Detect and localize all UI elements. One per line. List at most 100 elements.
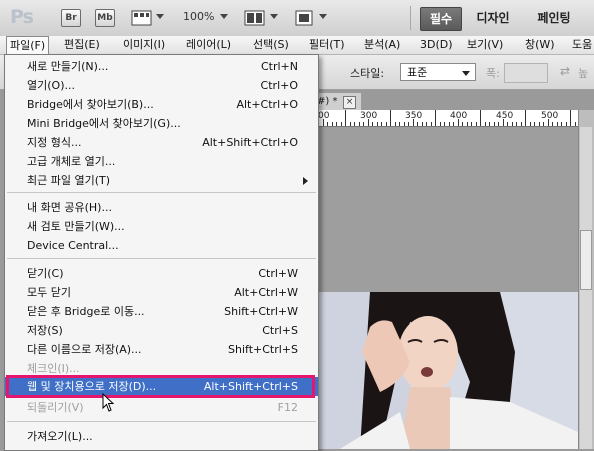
menu-item-shortcut: Shift+Ctrl+S [228, 343, 298, 356]
ruler-tick [340, 122, 342, 126]
menu-item-label: 지정 형식... [27, 136, 82, 149]
menu-item-new[interactable]: 새로 만들기(N)... Ctrl+N [5, 57, 318, 76]
menu-item-label: 저장(S) [27, 324, 63, 337]
menu-item-shortcut: Ctrl+O [260, 79, 298, 92]
menu-item-shortcut: Ctrl+S [262, 324, 298, 337]
width-field[interactable] [504, 63, 548, 83]
menu-separator [7, 421, 316, 422]
menu-item-browse-mini-bridge[interactable]: Mini Bridge에서 찾아보기(G)... [5, 114, 318, 133]
ruler-tick [421, 122, 423, 126]
menu-item-label: 내 화면 공유(H)... [27, 201, 112, 214]
menu-window[interactable]: 창(W) [525, 36, 555, 54]
screen-mode-icon[interactable] [294, 9, 316, 27]
ruler-tick [354, 122, 355, 126]
menu-item-close[interactable]: 닫기(C) Ctrl+W [5, 264, 318, 283]
bridge-button[interactable]: Br [61, 9, 81, 27]
divider [410, 6, 411, 30]
menu-image[interactable]: 이미지(I) [123, 36, 165, 54]
view-extras-icon[interactable] [131, 9, 153, 27]
workspace-essentials-button[interactable]: 필수 [420, 7, 462, 31]
menu-item-place[interactable]: 가져오기(L)... [5, 427, 318, 446]
height-label: 높 [578, 67, 589, 80]
menu-item-label: 새 검토 만들기(W)... [27, 220, 125, 233]
menu-item-shortcut: F12 [277, 401, 298, 414]
ruler-tick [480, 110, 481, 126]
menu-item-revert: 되돌리기(V) F12 [5, 398, 318, 417]
ruler-tick [475, 122, 477, 126]
menu-item-label: Device Central... [27, 239, 119, 252]
menu-item-label: 닫기(C) [27, 267, 64, 280]
ruler-tick [381, 122, 382, 126]
zoom-level[interactable]: 100% [183, 10, 214, 23]
ruler-tick [412, 119, 414, 126]
file-menu-dropdown: 새로 만들기(N)... Ctrl+N 열기(O)... Ctrl+O Brid… [4, 54, 319, 451]
swap-icon[interactable]: ⇄ [560, 64, 570, 78]
ruler-label: 00 [318, 111, 330, 121]
menu-view[interactable]: 보기(V) [467, 36, 503, 54]
menu-item-label: Mini Bridge에서 찾아보기(G)... [27, 117, 181, 130]
mini-bridge-button[interactable]: Mb [95, 9, 115, 27]
ruler-tick [462, 122, 463, 126]
menu-file[interactable]: 파일(F) [6, 36, 50, 55]
menu-item-label: Bridge에서 찾아보기(B)... [27, 98, 154, 111]
menu-item-close-go-bridge[interactable]: 닫은 후 Bridge로 이동... Shift+Ctrl+W [5, 302, 318, 321]
chevron-down-icon[interactable] [220, 14, 228, 19]
menu-item-save-as[interactable]: 다른 이름으로 저장(A)... Shift+Ctrl+S [5, 340, 318, 359]
workspace-design-button[interactable]: 디자인 [470, 7, 516, 29]
menu-item-label: 다른 이름으로 저장(A)... [27, 343, 142, 356]
workspace-painting-button[interactable]: 페인팅 [530, 7, 578, 29]
ruler-tick [520, 122, 522, 126]
menu-item-shortcut: Alt+Ctrl+O [236, 98, 298, 111]
ruler-tick [502, 119, 504, 126]
ruler-tick [358, 122, 360, 126]
ruler-tick [327, 122, 328, 126]
style-select[interactable]: 표준 [400, 63, 476, 81]
ruler-tick [435, 110, 436, 126]
menu-filter[interactable]: 필터(T) [309, 36, 345, 54]
ruler-tick [511, 122, 513, 126]
menu-separator [7, 258, 316, 259]
menu-item-device-central[interactable]: Device Central... [5, 236, 318, 255]
menu-item-shortcut: Ctrl+N [260, 60, 298, 73]
arrange-documents-icon[interactable] [244, 9, 266, 27]
menu-item-open-as[interactable]: 지정 형식... Alt+Shift+Ctrl+O [5, 133, 318, 152]
menu-item-label: 고급 개체로 열기... [27, 155, 116, 168]
ruler-tick [448, 122, 450, 126]
menu-item-browse-bridge[interactable]: Bridge에서 찾아보기(B)... Alt+Ctrl+O [5, 95, 318, 114]
menu-item-create-review[interactable]: 새 검토 만들기(W)... [5, 217, 318, 236]
ruler-tick [574, 122, 576, 126]
close-icon[interactable]: × [343, 96, 356, 109]
ruler-tick [507, 122, 508, 126]
menu-item-share-screen[interactable]: 내 화면 공유(H)... [5, 198, 318, 217]
menu-item-close-all[interactable]: 모두 닫기 Alt+Ctrl+W [5, 283, 318, 302]
menu-help[interactable]: 도움 [572, 36, 592, 54]
menu-item-save[interactable]: 저장(S) Ctrl+S [5, 321, 318, 340]
scrollbar-thumb[interactable] [580, 230, 592, 290]
chevron-down-icon[interactable] [270, 14, 278, 19]
menu-item-shortcut: Alt+Shift+Ctrl+O [202, 136, 298, 149]
ruler-tick [561, 122, 562, 126]
width-label: 폭: [486, 67, 500, 80]
menu-select[interactable]: 선택(S) [253, 36, 289, 54]
menu-layer[interactable]: 레이어(L) [186, 36, 231, 54]
menu-item-open-smart-object[interactable]: 고급 개체로 열기... [5, 152, 318, 171]
ruler-tick [556, 122, 558, 126]
menu-item-label: 되돌리기(V) [27, 401, 84, 414]
ruler-tick [516, 122, 517, 126]
ruler-label: 350 [405, 111, 423, 121]
menu-item-shortcut: Ctrl+W [258, 267, 298, 280]
menu-item-label: 가져오기(L)... [27, 430, 93, 443]
menu-3d[interactable]: 3D(D) [420, 36, 453, 54]
chevron-down-icon[interactable] [156, 14, 164, 19]
ruler-tick [363, 122, 364, 126]
ruler-label: 500 [541, 111, 559, 121]
submenu-arrow-icon [303, 177, 308, 185]
menu-analysis[interactable]: 분석(A) [364, 36, 400, 54]
menu-item-open-recent[interactable]: 최근 파일 열기(T) [5, 171, 318, 190]
chevron-down-icon[interactable] [319, 14, 327, 19]
menu-edit[interactable]: 편집(E) [64, 36, 100, 54]
ruler-tick [376, 122, 378, 126]
photoshop-logo: Ps [10, 6, 34, 28]
ruler-tick [525, 110, 526, 126]
menu-item-open[interactable]: 열기(O)... Ctrl+O [5, 76, 318, 95]
